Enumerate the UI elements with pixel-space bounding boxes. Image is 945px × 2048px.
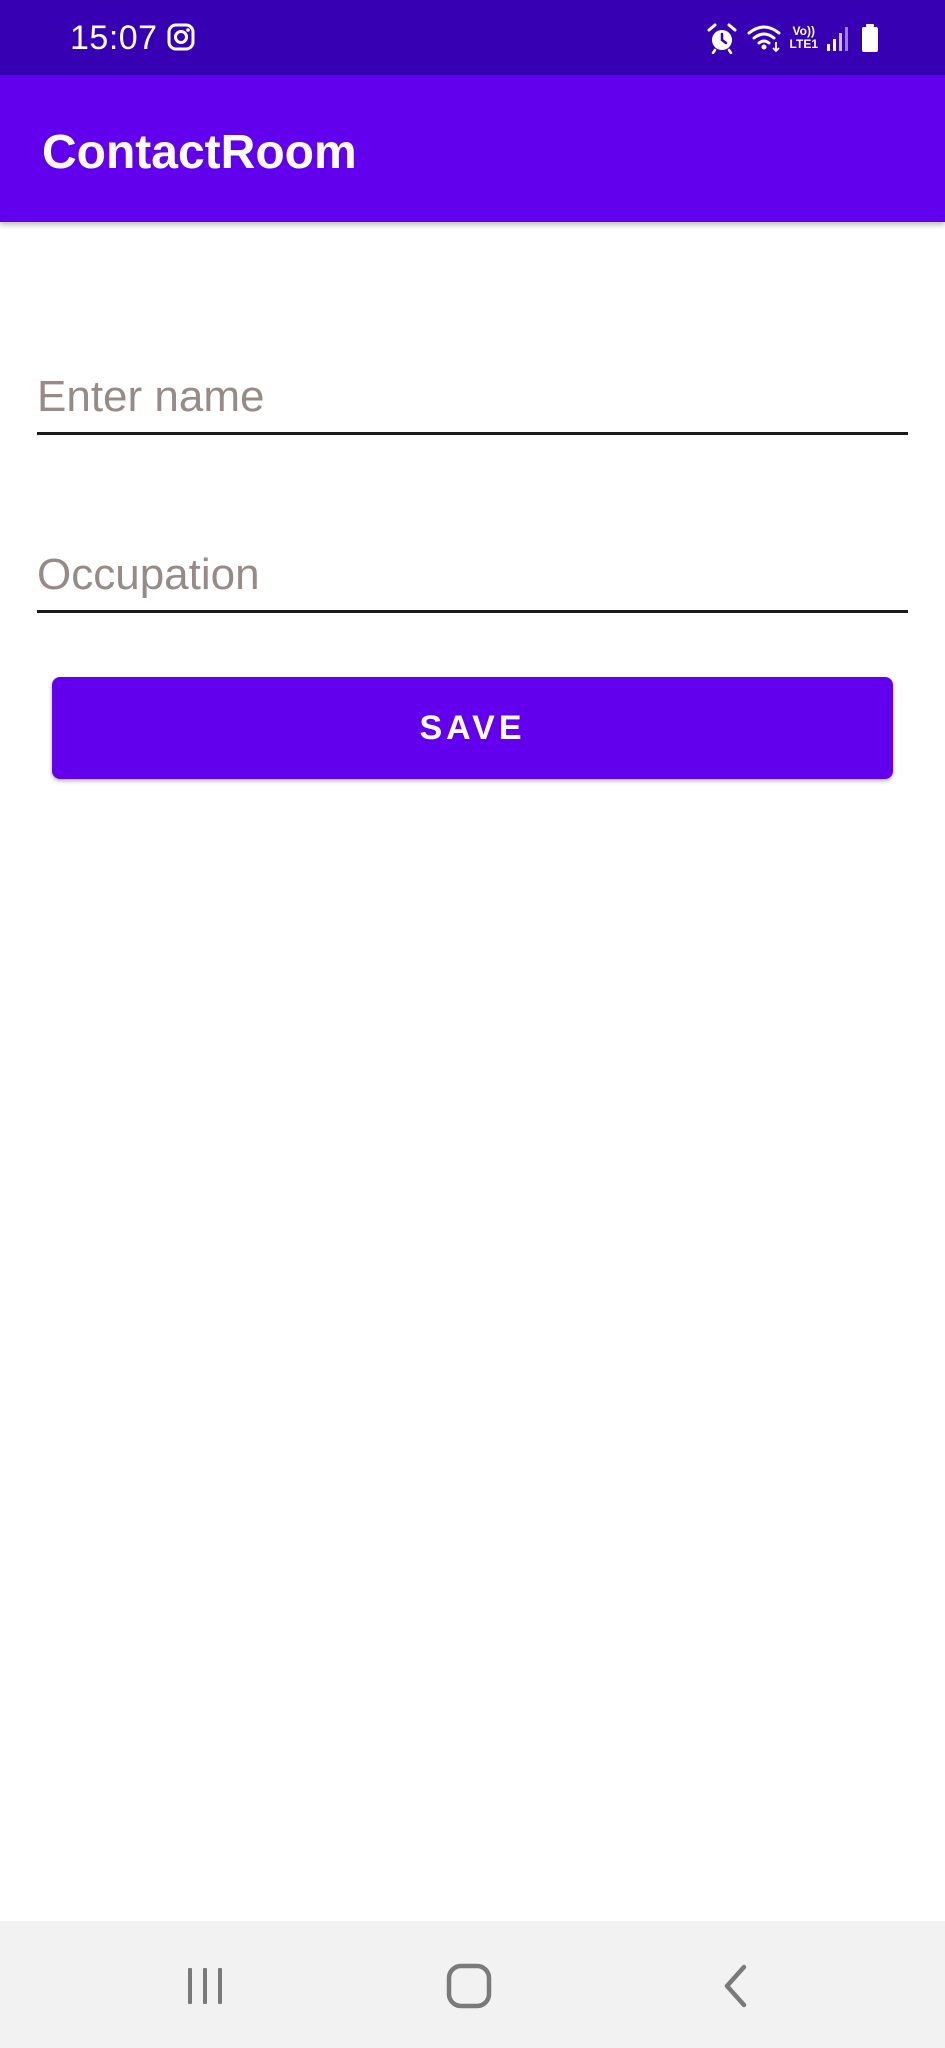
save-button[interactable]: SAVE	[52, 677, 893, 779]
volte-line2: LTE1	[789, 37, 818, 51]
app-title: ContactRoom	[42, 126, 357, 179]
signal-icon	[826, 24, 852, 52]
status-time: 15:07	[70, 19, 158, 57]
status-bar: 15:07 Vo)) LTE1	[0, 0, 945, 75]
wifi-icon	[746, 22, 782, 54]
occupation-field[interactable]	[37, 540, 908, 613]
home-button[interactable]	[419, 1946, 519, 2026]
volte-line1: Vo))	[792, 24, 815, 38]
volte-icon: Vo)) LTE1	[790, 25, 818, 51]
navigation-bar	[0, 1921, 945, 2048]
battery-icon	[860, 23, 880, 53]
status-icons: Vo)) LTE1	[706, 20, 880, 56]
occupation-input[interactable]	[37, 548, 908, 602]
recents-icon	[188, 1968, 222, 2004]
instagram-icon	[166, 22, 196, 54]
name-input[interactable]	[37, 370, 908, 424]
name-field[interactable]	[37, 362, 908, 435]
home-icon	[446, 1963, 492, 2009]
back-icon	[724, 1964, 747, 2008]
back-button[interactable]	[685, 1946, 785, 2026]
app-bar: ContactRoom	[0, 75, 945, 222]
alarm-icon	[706, 22, 738, 54]
recents-button[interactable]	[155, 1946, 255, 2026]
